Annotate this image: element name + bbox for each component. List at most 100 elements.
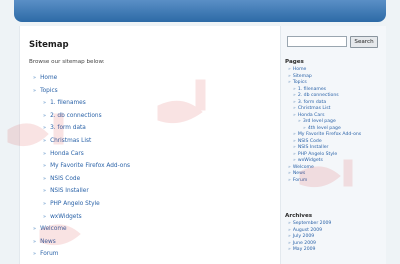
sitemap-link[interactable]: My Favorite Firefox Add-ons: [50, 163, 130, 169]
pages-widget: Pages » Home » Sitemap » Topics » 1. filenam…: [285, 59, 385, 184]
bullet-icon: »: [293, 106, 296, 111]
sitemap-item-news[interactable]: » News: [33, 236, 280, 249]
pages-link[interactable]: 2. db connections: [298, 93, 339, 98]
sitemap-link[interactable]: NSIS Installer: [50, 188, 89, 194]
main-content: Sitemap Browse our sitemap below: » Home …: [19, 26, 281, 264]
bullet-icon: »: [293, 158, 296, 163]
search-form: Search: [287, 36, 378, 48]
bullet-icon: »: [288, 164, 291, 170]
list-item[interactable]: » 3rd level page » 4th level page: [298, 119, 385, 132]
list-item[interactable]: » NSIS Installer: [43, 185, 280, 198]
archive-link[interactable]: May 2009: [293, 247, 316, 252]
topics-sublist: » 1. filenames » 2. db connections » 3. for…: [33, 97, 280, 223]
sitemap-link-welcome[interactable]: Welcome: [40, 226, 67, 232]
sitemap-item-welcome[interactable]: » Welcome: [33, 223, 280, 236]
bullet-icon: »: [288, 73, 291, 79]
sidebar: Search Pages » Home » Sitemap » Topics » 1. …: [281, 26, 386, 264]
bullet-icon: »: [288, 240, 291, 246]
bullet-icon: »: [293, 145, 296, 150]
pages-link[interactable]: 3. form data: [298, 100, 326, 105]
pages-link[interactable]: wxWidgets: [298, 158, 323, 163]
bullet-icon: »: [43, 112, 47, 119]
list-item[interactable]: » May 2009: [288, 247, 385, 254]
bullet-icon: »: [293, 132, 296, 137]
sitemap-link[interactable]: Honda Cars: [50, 151, 84, 157]
list-item[interactable]: » PHP Angelo Style: [43, 198, 280, 211]
sitemap-link[interactable]: 3. form data: [50, 125, 86, 131]
pages-link[interactable]: 1. filenames: [298, 87, 326, 92]
sitemap-link-home[interactable]: Home: [40, 75, 57, 81]
sitemap-link[interactable]: 1. filenames: [50, 100, 86, 106]
sitemap-link-news[interactable]: News: [40, 239, 56, 245]
search-input[interactable]: [287, 36, 347, 47]
page-title: Sitemap: [29, 40, 69, 50]
archive-link[interactable]: June 2009: [293, 241, 316, 246]
pages-link[interactable]: News: [293, 171, 305, 176]
sitemap-link-forum[interactable]: Forum: [40, 251, 58, 257]
pages-link[interactable]: Forum: [293, 178, 308, 183]
bullet-icon: »: [33, 226, 37, 233]
sitemap-link[interactable]: 2. db connections: [50, 113, 102, 119]
list-item[interactable]: » Forum: [288, 178, 385, 185]
list-item[interactable]: » My Favorite Firefox Add-ons: [43, 160, 280, 173]
bullet-icon: »: [43, 175, 47, 182]
bullet-icon: »: [43, 137, 47, 144]
search-button[interactable]: Search: [350, 36, 378, 48]
bullet-icon: »: [303, 125, 306, 131]
list-item[interactable]: » 3. form data: [43, 122, 280, 135]
header-bar: [14, 0, 386, 22]
sitemap-link-topics[interactable]: Topics: [40, 88, 58, 94]
pages-link[interactable]: 4th level page: [308, 126, 341, 131]
list-item[interactable]: » wxWidgets: [43, 211, 280, 224]
bullet-icon: »: [43, 188, 47, 195]
sitemap-list: » Home » Topics » 1. filenames » 2. db conne…: [29, 72, 280, 261]
archive-link[interactable]: August 2009: [293, 228, 322, 233]
pages-link[interactable]: Sitemap: [293, 74, 312, 79]
pages-link[interactable]: Home: [293, 67, 307, 72]
bullet-icon: »: [293, 112, 296, 118]
pages-sublist: » 1. filenames » 2. db connections » 3. for…: [288, 87, 385, 165]
bullet-icon: »: [43, 163, 47, 170]
bullet-icon: »: [288, 171, 291, 176]
sitemap-link[interactable]: PHP Angelo Style: [50, 201, 100, 207]
sitemap-item-topics[interactable]: » Topics » 1. filenames » 2. db connections…: [33, 85, 280, 224]
pages-link[interactable]: Honda Cars: [298, 113, 325, 118]
list-item[interactable]: » Topics » 1. filenames » 2. db connections…: [288, 80, 385, 165]
archives-title: Archives: [285, 213, 313, 219]
list-item[interactable]: » Honda Cars: [43, 148, 280, 161]
pages-link[interactable]: NSIS Code: [298, 139, 322, 144]
bullet-icon: »: [288, 234, 291, 239]
list-item[interactable]: » 1. filenames: [43, 97, 280, 110]
bullet-icon: »: [43, 200, 47, 207]
pages-link[interactable]: Christmas List: [298, 106, 331, 111]
sitemap-link[interactable]: NSIS Code: [50, 176, 80, 182]
pages-link[interactable]: NSIS Installer: [298, 145, 329, 150]
list-item[interactable]: » 2. db connections: [43, 110, 280, 123]
sitemap-item-forum[interactable]: » Forum: [33, 248, 280, 261]
sitemap-link[interactable]: wxWidgets: [50, 214, 82, 220]
archives-widget: Archives » September 2009 » August 2009 » J…: [285, 213, 385, 254]
pages-link[interactable]: Welcome: [293, 165, 314, 170]
archive-link[interactable]: September 2009: [293, 221, 332, 226]
bullet-icon: »: [293, 99, 296, 105]
list-item[interactable]: » Honda Cars » 3rd level page » 4th level p…: [293, 113, 385, 133]
sitemap-item-home[interactable]: » Home: [33, 72, 280, 85]
bullet-icon: »: [43, 125, 47, 132]
bullet-icon: »: [33, 238, 37, 245]
bullet-icon: »: [298, 119, 301, 124]
bullet-icon: »: [288, 247, 291, 252]
pages-link[interactable]: 3rd level page: [303, 119, 336, 124]
archive-link[interactable]: July 2009: [293, 234, 314, 239]
list-item[interactable]: » Christmas List: [43, 135, 280, 148]
pages-link[interactable]: Topics: [293, 80, 307, 85]
pages-title: Pages: [285, 59, 304, 65]
bullet-icon: »: [293, 151, 296, 157]
bullet-icon: »: [293, 138, 296, 144]
bullet-icon: »: [33, 87, 37, 94]
sitemap-link[interactable]: Christmas List: [50, 138, 91, 144]
list-item[interactable]: » NSIS Code: [43, 173, 280, 186]
pages-list: » Home » Sitemap » Topics » 1. filenames » 2.…: [285, 67, 385, 184]
pages-link[interactable]: PHP Angelo Style: [298, 152, 337, 157]
pages-link[interactable]: My Favorite Firefox Add-ons: [298, 132, 361, 137]
bullet-icon: »: [33, 251, 37, 258]
